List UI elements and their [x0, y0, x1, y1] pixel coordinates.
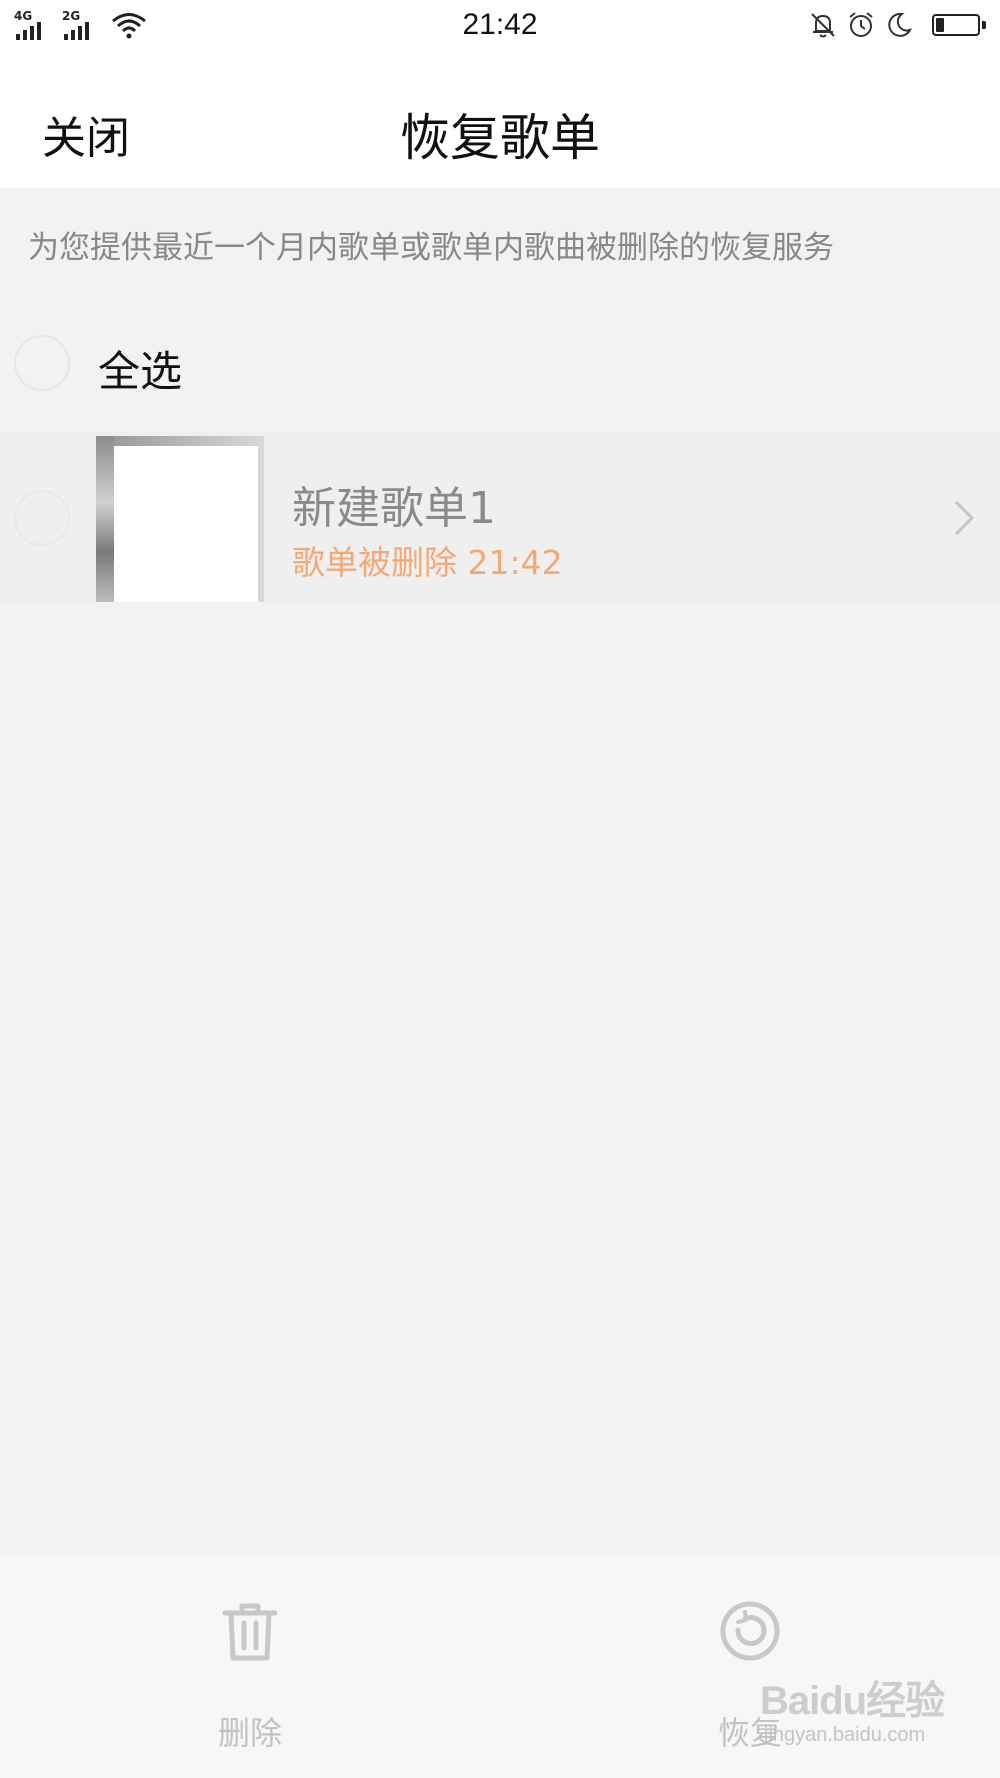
restore-icon	[720, 1601, 780, 1661]
page-title: 恢复歌单	[400, 109, 600, 167]
select-all-row[interactable]: 全选	[0, 330, 1000, 400]
chevron-right-icon[interactable]	[952, 498, 976, 538]
playlist-name: 新建歌单1	[292, 483, 496, 534]
list-item[interactable]: 新建歌单1 歌单被删除 21:42	[0, 432, 1000, 602]
battery-icon	[932, 12, 986, 38]
header: 关闭 恢复歌单	[0, 52, 1000, 188]
watermark: Baidu经验 jingyan.baidu.com	[760, 1668, 960, 1758]
playlist-status: 歌单被删除 21:42	[292, 543, 563, 582]
moon-icon	[888, 12, 913, 37]
info-text: 为您提供最近一个月内歌单或歌单内歌曲被删除的恢复服务	[28, 230, 834, 266]
delete-button[interactable]: 删除	[150, 1596, 350, 1754]
select-all-checkbox[interactable]	[14, 335, 70, 391]
bell-muted-icon	[811, 13, 835, 38]
item-checkbox[interactable]	[14, 490, 70, 546]
select-all-label: 全选	[98, 347, 183, 396]
trash-icon	[222, 1603, 278, 1661]
delete-label: 删除	[217, 1714, 282, 1752]
status-right	[808, 10, 986, 40]
status-bar: 4G 2G 21:42	[0, 0, 1000, 52]
playlist-cover	[96, 436, 264, 602]
watermark-sub: jingyan.baidu.com	[764, 1724, 926, 1746]
watermark-main: Baidu经验	[760, 1679, 945, 1723]
alarm-icon	[849, 12, 873, 37]
